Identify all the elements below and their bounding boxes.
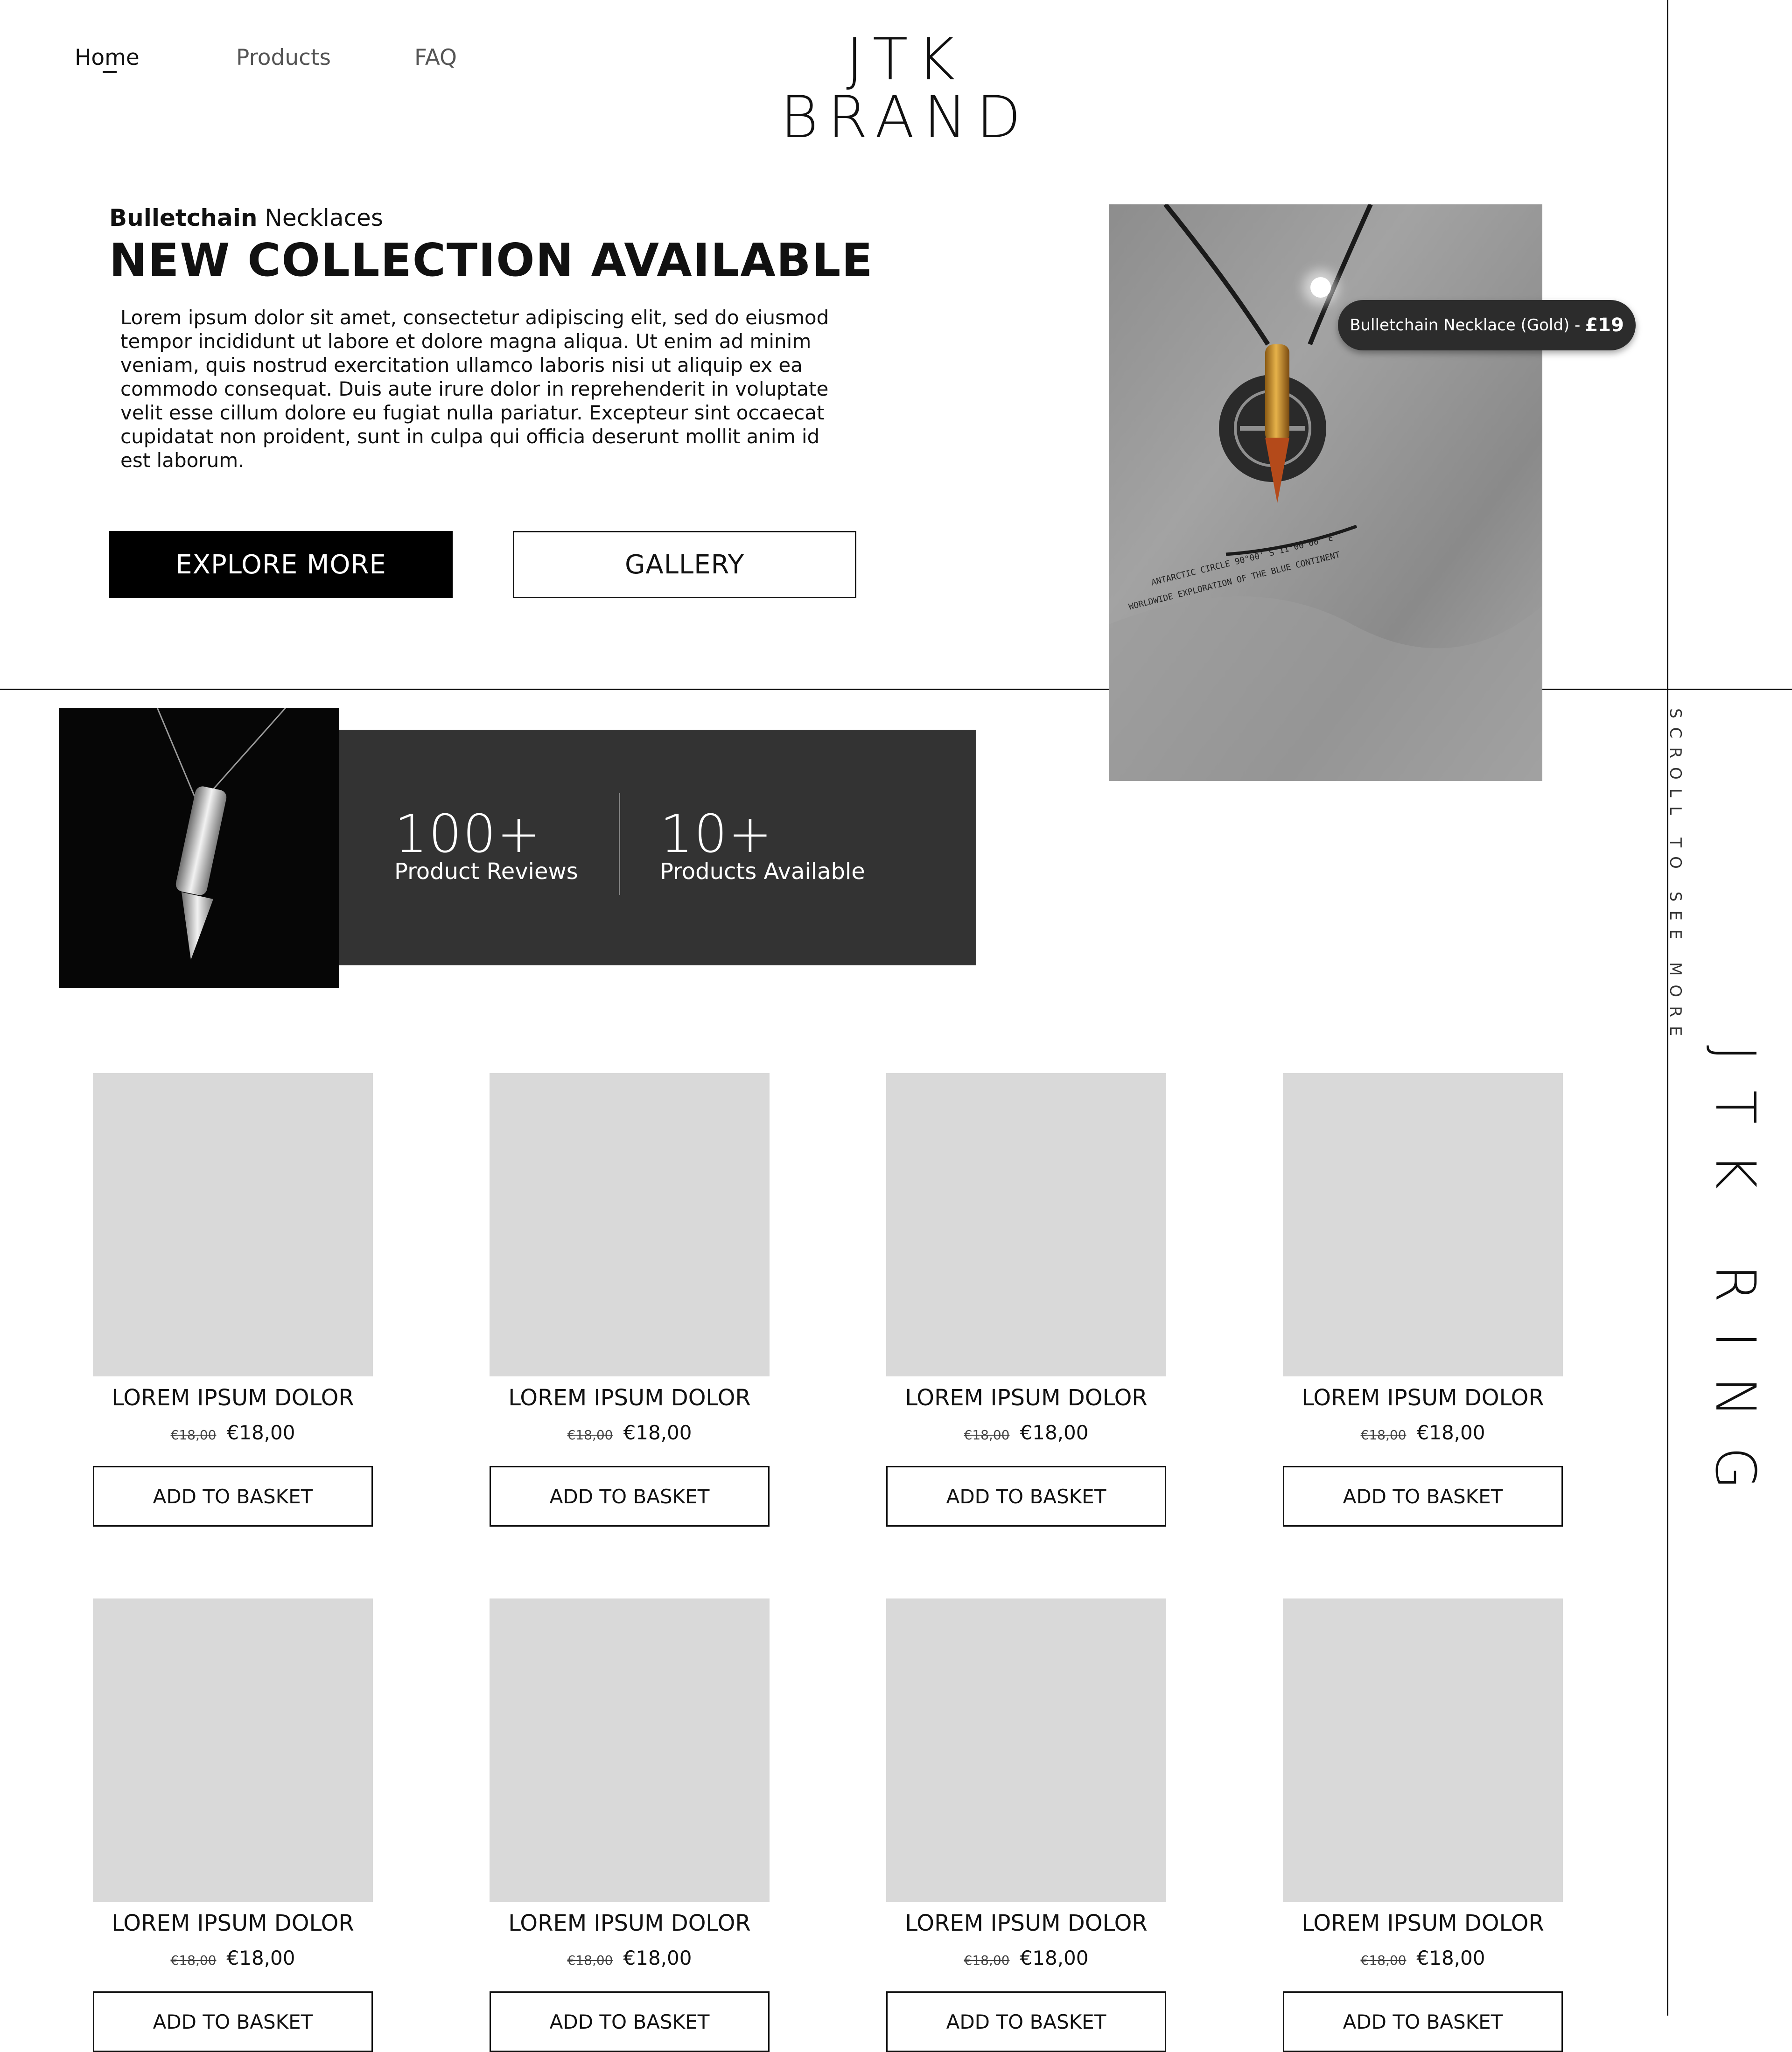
product-current-price: €18,00 — [623, 1947, 692, 1969]
product-price: €18,00 €18,00 — [490, 1421, 770, 1444]
product-old-price: €18,00 — [964, 1427, 1010, 1443]
product-price: €18,00 €18,00 — [1283, 1947, 1563, 1969]
nav-products-link[interactable]: Products — [236, 45, 331, 70]
product-price: €18,00 €18,00 — [93, 1947, 373, 1969]
hero-title: NEW COLLECTION AVAILABLE — [109, 234, 874, 286]
product-image-placeholder[interactable] — [1283, 1073, 1563, 1376]
stat-reviews-label: Product Reviews — [394, 858, 578, 885]
product-current-price: €18,00 — [1020, 1947, 1089, 1969]
scroll-hint: SCROLL TO SEE MORE — [1666, 708, 1685, 1045]
add-to-basket-button[interactable]: ADD TO BASKET — [886, 1991, 1166, 2052]
product-current-price: €18,00 — [1020, 1421, 1089, 1444]
add-to-basket-button[interactable]: ADD TO BASKET — [490, 1466, 770, 1527]
product-current-price: €18,00 — [1416, 1947, 1485, 1969]
product-old-price: €18,00 — [1360, 1427, 1407, 1443]
brand-logo[interactable]: JTK BRAND — [709, 31, 1101, 147]
nav-faq-link[interactable]: FAQ — [414, 45, 457, 70]
product-title[interactable]: LOREM IPSUM DOLOR — [490, 1385, 770, 1411]
add-to-basket-button[interactable]: ADD TO BASKET — [1283, 1991, 1563, 2052]
product-hotspot-dot[interactable] — [1310, 277, 1331, 298]
rail-title: JTK RING — [1703, 1045, 1768, 1519]
product-current-price: €18,00 — [1416, 1421, 1485, 1444]
product-price: €18,00 €18,00 — [886, 1947, 1166, 1969]
product-current-price: €18,00 — [226, 1421, 295, 1444]
product-title[interactable]: LOREM IPSUM DOLOR — [886, 1385, 1166, 1411]
hero-eyebrow: Bulletchain Necklaces — [109, 204, 383, 231]
product-title[interactable]: LOREM IPSUM DOLOR — [490, 1910, 770, 1936]
product-title[interactable]: LOREM IPSUM DOLOR — [886, 1910, 1166, 1936]
active-nav-indicator — [103, 71, 117, 73]
product-price: €18,00 €18,00 — [93, 1421, 373, 1444]
stat-products-value: 10+ — [660, 804, 773, 865]
product-current-price: €18,00 — [623, 1421, 692, 1444]
add-to-basket-button[interactable]: ADD TO BASKET — [93, 1466, 373, 1527]
add-to-basket-button[interactable]: ADD TO BASKET — [886, 1466, 1166, 1527]
product-title[interactable]: LOREM IPSUM DOLOR — [1283, 1910, 1563, 1936]
product-old-price: €18,00 — [170, 1427, 217, 1443]
product-current-price: €18,00 — [226, 1947, 295, 1969]
add-to-basket-button[interactable]: ADD TO BASKET — [490, 1991, 770, 2052]
product-image-placeholder[interactable] — [490, 1598, 770, 1902]
hotspot-price: £19 — [1585, 314, 1624, 336]
product-title[interactable]: LOREM IPSUM DOLOR — [93, 1385, 373, 1411]
add-to-basket-button[interactable]: ADD TO BASKET — [1283, 1466, 1563, 1527]
product-price: €18,00 €18,00 — [490, 1947, 770, 1969]
eyebrow-rest: Necklaces — [265, 204, 383, 231]
stats-divider — [619, 793, 620, 895]
gallery-button[interactable]: GALLERY — [513, 531, 856, 598]
explore-more-button[interactable]: EXPLORE MORE — [109, 531, 453, 598]
product-price: €18,00 €18,00 — [886, 1421, 1166, 1444]
eyebrow-bold: Bulletchain — [109, 204, 258, 231]
hero-description: Lorem ipsum dolor sit amet, consectetur … — [120, 306, 829, 472]
product-image-placeholder[interactable] — [1283, 1598, 1563, 1902]
stat-reviews-value: 100+ — [394, 804, 542, 865]
hotspot-label: Bulletchain Necklace (Gold) - — [1350, 316, 1581, 335]
product-image-placeholder[interactable] — [886, 1598, 1166, 1902]
product-image-placeholder[interactable] — [93, 1598, 373, 1902]
product-old-price: €18,00 — [1360, 1953, 1407, 1968]
product-price: €18,00 €18,00 — [1283, 1421, 1563, 1444]
silver-necklace-image — [59, 708, 339, 988]
stat-products-label: Products Available — [660, 858, 865, 885]
silver-bullet-illustration — [59, 708, 339, 988]
product-image-placeholder[interactable] — [886, 1073, 1166, 1376]
product-old-price: €18,00 — [567, 1427, 613, 1443]
product-title[interactable]: LOREM IPSUM DOLOR — [1283, 1385, 1563, 1411]
add-to-basket-button[interactable]: ADD TO BASKET — [93, 1991, 373, 2052]
product-image-placeholder[interactable] — [490, 1073, 770, 1376]
product-old-price: €18,00 — [170, 1953, 217, 1968]
product-hotspot-tag[interactable]: Bulletchain Necklace (Gold) - £19 — [1338, 300, 1636, 350]
product-title[interactable]: LOREM IPSUM DOLOR — [93, 1910, 373, 1936]
product-old-price: €18,00 — [964, 1953, 1010, 1968]
product-old-price: €18,00 — [567, 1953, 613, 1968]
product-image-placeholder[interactable] — [93, 1073, 373, 1376]
nav-home-link[interactable]: Home — [75, 45, 140, 70]
